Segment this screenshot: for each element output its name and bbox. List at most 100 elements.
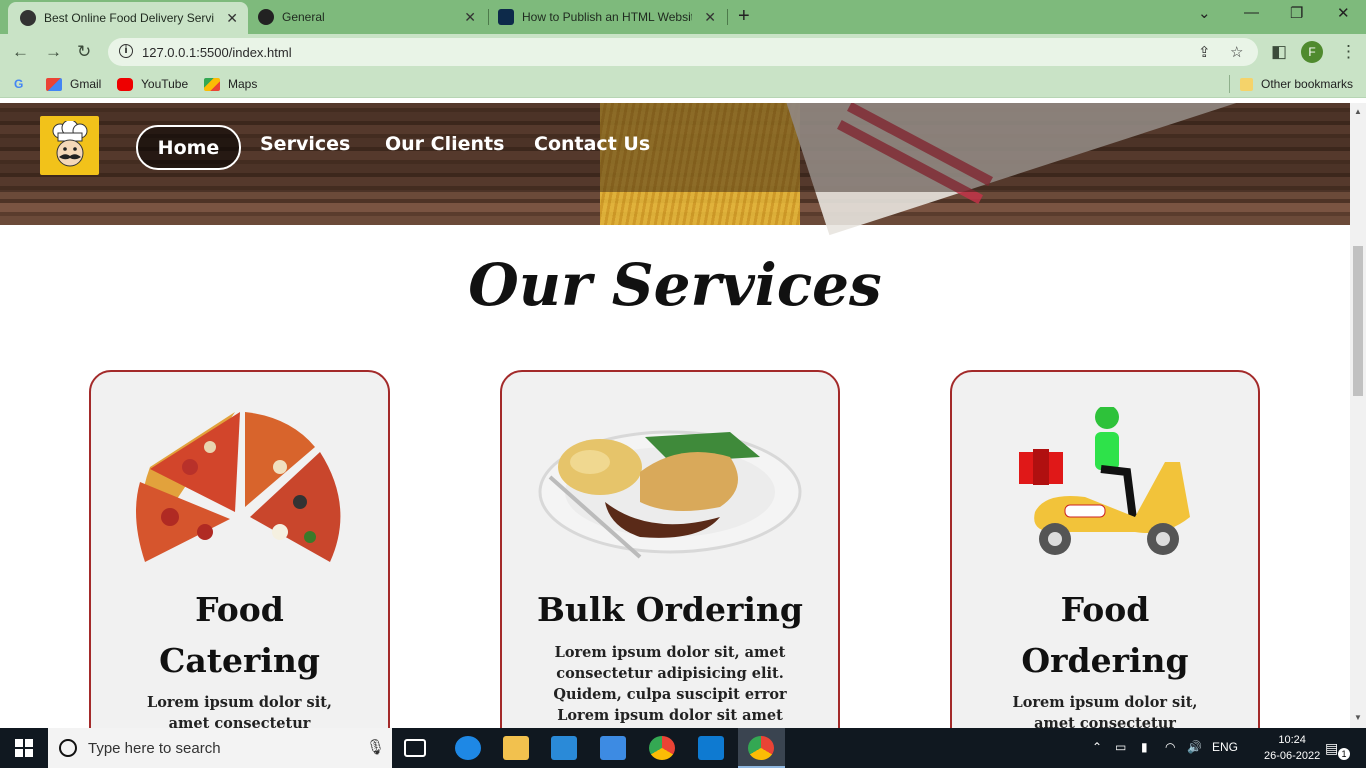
side-panel-icon[interactable]: ◧: [1271, 42, 1287, 62]
battery-saver-icon[interactable]: ▭: [1115, 740, 1126, 754]
tab-food-delivery[interactable]: Best Online Food Delivery Service ✕: [8, 2, 248, 34]
windows-icon: [15, 739, 33, 757]
card-description: Lorem ipsum dolor sit, amet consectetur …: [553, 644, 787, 724]
chrome-icon: [748, 736, 774, 760]
bookmark-youtube[interactable]: YouTube: [117, 77, 188, 91]
bookmark-gmail[interactable]: Gmail: [46, 77, 101, 91]
pizza-icon: [135, 412, 340, 562]
chef-icon: [52, 120, 87, 166]
site-info-icon[interactable]: i: [119, 44, 133, 58]
tab-divider: [727, 9, 728, 25]
pizza-image: [91, 402, 388, 572]
bookmark-label: Maps: [228, 77, 258, 91]
chrome-icon[interactable]: [649, 736, 675, 760]
edge-icon[interactable]: [455, 736, 481, 760]
other-bookmarks[interactable]: Other bookmarks: [1240, 77, 1353, 91]
chrome-active-task[interactable]: [738, 728, 785, 768]
restore-icon[interactable]: ❐: [1290, 4, 1303, 22]
notification-count: 1: [1338, 748, 1350, 760]
meal-plate-icon: [538, 430, 802, 559]
vscode-icon[interactable]: [698, 736, 724, 760]
card-description: Lorem ipsum dolor sit, amet consectetur …: [1012, 694, 1198, 728]
show-hidden-icons[interactable]: ⌃: [1092, 740, 1102, 754]
nav-home[interactable]: Home: [136, 125, 241, 170]
notifications-icon[interactable]: ▤: [1325, 740, 1338, 757]
file-explorer-icon[interactable]: [503, 736, 529, 760]
folder-icon: [1240, 77, 1253, 91]
cortana-icon: [59, 739, 77, 757]
start-button[interactable]: [0, 728, 48, 768]
clock-time: 10:24: [1278, 734, 1306, 746]
browser-tab-bar: Best Online Food Delivery Service ✕ Gene…: [0, 0, 1366, 34]
close-window-icon[interactable]: ✕: [1337, 4, 1350, 22]
minimize-icon[interactable]: —: [1244, 4, 1259, 21]
tab-label: How to Publish an HTML Website: [522, 10, 692, 24]
bookmark-label: Gmail: [70, 77, 102, 91]
card-title: Bulk Ordering: [537, 590, 803, 629]
menu-icon[interactable]: ⋮: [1340, 42, 1357, 62]
address-url: 127.0.0.1:5500/index.html: [142, 45, 292, 60]
section-title: Our Services: [468, 251, 882, 319]
wifi-icon[interactable]: ◠: [1165, 740, 1175, 754]
page-scrollbar[interactable]: ▲ ▼: [1350, 103, 1366, 728]
gmail-icon: [46, 77, 62, 91]
card-description: Lorem ipsum dolor sit, amet consectetur …: [147, 694, 332, 728]
volume-icon[interactable]: 🔊: [1187, 740, 1202, 754]
tab-search-icon[interactable]: ⌄: [1198, 4, 1211, 22]
reload-icon[interactable]: ↻: [77, 42, 91, 62]
bookmarks-bar: G Gmail YouTube Maps Other bookmarks: [0, 70, 1366, 98]
language-indicator[interactable]: ENG: [1212, 740, 1238, 754]
battery-icon[interactable]: ▮: [1141, 740, 1148, 754]
scroll-down-icon[interactable]: ▼: [1354, 713, 1362, 722]
tab-label: General: [282, 10, 325, 24]
taskbar-search[interactable]: Type here to search 🎙: [48, 728, 392, 768]
tab-divider: [488, 9, 489, 25]
site-favicon-icon: [498, 9, 514, 25]
close-icon[interactable]: ✕: [704, 9, 716, 26]
search-placeholder: Type here to search: [88, 740, 221, 757]
bookmark-label: Other bookmarks: [1261, 77, 1354, 91]
nav-contact-us[interactable]: Contact Us: [534, 133, 650, 155]
scroll-up-icon[interactable]: ▲: [1354, 107, 1362, 116]
delivery-scooter-image: [952, 402, 1258, 572]
bookmark-label: YouTube: [141, 77, 189, 91]
tab-general[interactable]: General ✕: [250, 0, 486, 34]
hero-banner: Home Services Our Clients Contact Us: [0, 103, 1350, 236]
clock[interactable]: 10:24 26-06-2022: [1264, 732, 1320, 764]
profile-avatar[interactable]: F: [1301, 41, 1323, 63]
microphone-icon[interactable]: 🎙: [366, 738, 385, 756]
card-title: Food Catering: [159, 590, 320, 680]
new-tab-icon[interactable]: +: [738, 5, 750, 28]
bookmark-maps[interactable]: Maps: [204, 77, 257, 91]
nav-services[interactable]: Services: [260, 133, 350, 155]
bookmark-star-icon[interactable]: ☆: [1230, 43, 1243, 61]
tab-label: Best Online Food Delivery Service: [44, 11, 214, 25]
back-icon[interactable]: ←: [12, 42, 29, 62]
service-card-food-ordering: Food Ordering Lorem ipsum dolor sit, ame…: [950, 370, 1260, 728]
card-title: Food Ordering: [1021, 590, 1189, 680]
nav-our-clients[interactable]: Our Clients: [385, 133, 504, 155]
github-icon: [258, 9, 274, 25]
share-icon[interactable]: ⇪: [1198, 43, 1211, 61]
clock-date: 26-06-2022: [1264, 750, 1321, 762]
close-icon[interactable]: ✕: [226, 10, 238, 27]
web-page: Home Services Our Clients Contact Us Our…: [0, 103, 1350, 728]
task-view-icon[interactable]: [404, 739, 426, 757]
mail-icon[interactable]: [600, 736, 626, 760]
delivery-scooter-icon: [1019, 407, 1190, 555]
service-card-food-catering: Food Catering Lorem ipsum dolor sit, ame…: [89, 370, 390, 728]
chef-logo[interactable]: [40, 116, 99, 175]
address-bar[interactable]: i 127.0.0.1:5500/index.html ⇪ ☆: [108, 38, 1258, 66]
globe-icon: [20, 10, 36, 26]
scrollbar-thumb[interactable]: [1353, 246, 1363, 396]
service-card-bulk-ordering: Bulk Ordering Lorem ipsum dolor sit, ame…: [500, 370, 840, 728]
windows-taskbar: Type here to search 🎙 ⌃ ▭ ▮ ◠ 🔊 ENG 10:2…: [0, 728, 1366, 768]
close-icon[interactable]: ✕: [464, 9, 476, 26]
forward-icon[interactable]: →: [45, 42, 62, 62]
store-icon[interactable]: [551, 736, 577, 760]
youtube-icon: [117, 77, 133, 91]
tab-publish-html[interactable]: How to Publish an HTML Website ✕: [490, 0, 726, 34]
meal-plate-image: [502, 402, 838, 572]
google-icon[interactable]: G: [14, 77, 23, 91]
bookmarks-divider: [1229, 75, 1230, 93]
